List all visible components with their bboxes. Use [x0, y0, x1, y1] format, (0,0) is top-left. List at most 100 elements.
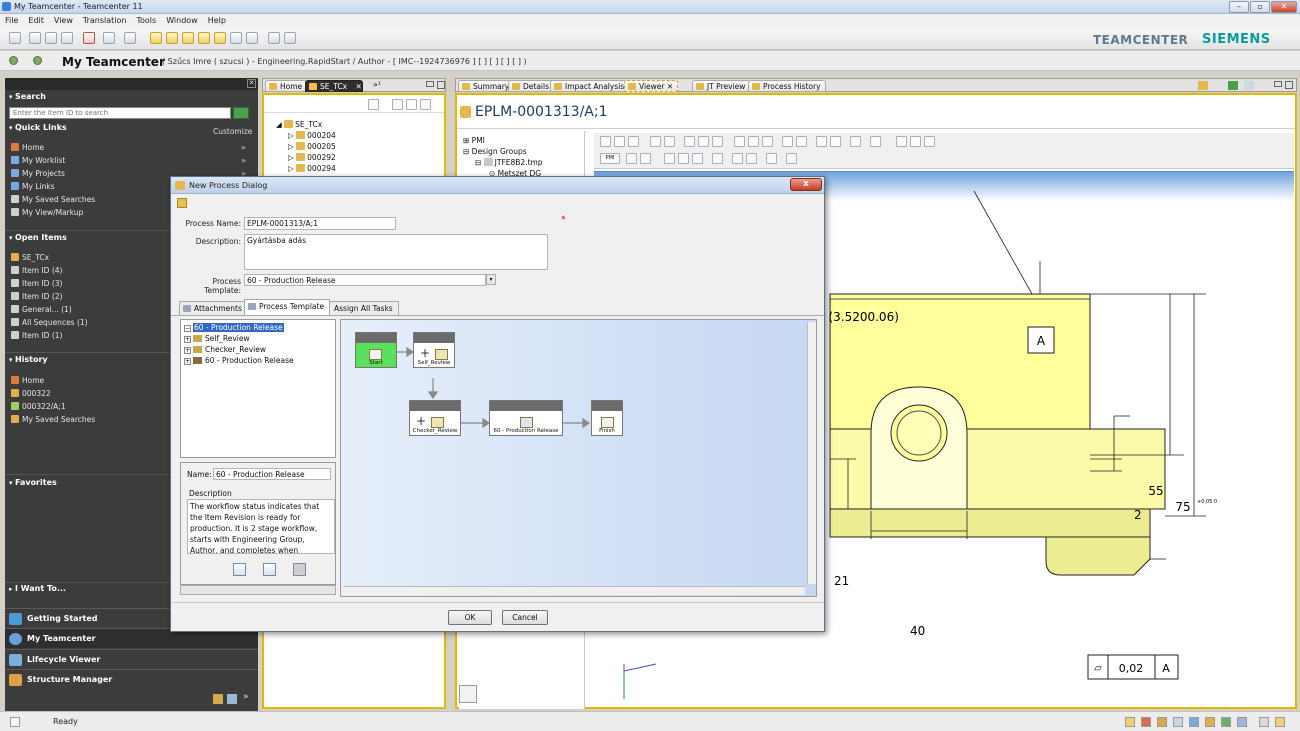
horizontal-scrollbar[interactable] [180, 585, 336, 595]
close-tab-icon[interactable]: ✕ [667, 82, 673, 91]
customize-link[interactable]: Customize [213, 127, 252, 136]
tool-icon[interactable] [1173, 717, 1183, 727]
add-icon[interactable] [420, 99, 431, 110]
cut-icon[interactable] [29, 32, 41, 44]
open-item[interactable]: All Sequences (1) [11, 317, 88, 329]
settings-icon[interactable] [830, 136, 841, 147]
checkout-icon[interactable] [150, 32, 162, 44]
minimize-pane-icon[interactable] [426, 81, 434, 87]
tab-attachments[interactable]: Attachments [179, 301, 248, 315]
zoom-in-icon[interactable] [678, 153, 689, 164]
jt-file-node[interactable]: ⊟ JTFE8B2.tmp [475, 157, 543, 168]
forward-icon[interactable] [692, 153, 703, 164]
dialog-close-button[interactable]: x [790, 178, 822, 191]
history-item[interactable]: 000322 [11, 388, 51, 400]
tab-summary[interactable]: Summary [458, 80, 515, 92]
tree-item[interactable]: ▷ 000292 [288, 152, 336, 163]
delete-icon[interactable] [766, 153, 777, 164]
grid-icon[interactable] [746, 153, 757, 164]
tool-icon[interactable] [1205, 717, 1215, 727]
open-item[interactable]: Item ID (2) [11, 291, 62, 303]
quick-link-saved-searches[interactable]: My Saved Searches [11, 194, 95, 206]
first-frame-icon[interactable] [650, 136, 661, 147]
layers-icon[interactable] [870, 136, 881, 147]
copy-icon[interactable] [712, 153, 723, 164]
last-frame-icon[interactable] [664, 136, 675, 147]
tab-process-history[interactable]: Process History [748, 80, 826, 92]
node-checker-review[interactable]: + Checker_Review [409, 400, 461, 436]
tool-icon[interactable] [1125, 717, 1135, 727]
tab-assign-all-tasks[interactable]: Assign All Tasks [329, 301, 399, 315]
forward-icon[interactable] [33, 56, 42, 65]
menu-help[interactable]: Help [203, 14, 231, 27]
task-properties-icon[interactable] [233, 563, 246, 576]
quick-link-projects[interactable]: My Projects [11, 168, 65, 180]
zoom-area-icon[interactable] [698, 136, 709, 147]
tab-jt-preview[interactable]: JT Preview [692, 80, 751, 92]
tool-icon[interactable] [1221, 717, 1231, 727]
minimize-button[interactable]: – [1229, 1, 1249, 13]
options-icon[interactable] [177, 198, 187, 208]
quick-link-worklist[interactable]: My Worklist [11, 155, 65, 167]
frame-icon[interactable] [712, 136, 723, 147]
minimize-pane-icon[interactable] [1274, 81, 1282, 87]
app-list-icon[interactable] [227, 694, 237, 704]
open-item[interactable]: Item ID (3) [11, 278, 62, 290]
process-template-select[interactable]: 60 - Production Release [244, 274, 486, 286]
open-item[interactable]: SE_TCx [11, 252, 49, 264]
checkin-icon[interactable] [166, 32, 178, 44]
menu-view[interactable]: View [49, 14, 78, 27]
new-icon[interactable] [9, 32, 21, 44]
collapse-icon[interactable] [392, 99, 403, 110]
tree-row-self-review[interactable]: + Self_Review [184, 333, 250, 344]
design-groups-node[interactable]: ⊟ Design Groups [463, 146, 527, 157]
section-icon[interactable] [796, 136, 807, 147]
item-icon[interactable] [214, 32, 226, 44]
close-tab-icon[interactable]: ✕ [355, 82, 361, 91]
tab-home[interactable]: Home [265, 80, 308, 92]
tab-se-tcx[interactable]: SE_TCx ✕ [305, 80, 363, 92]
open-item[interactable]: Item ID (1) [11, 330, 62, 342]
search-go-icon[interactable] [233, 107, 249, 119]
app-lifecycle-viewer[interactable]: Lifecycle Viewer [5, 649, 258, 669]
description-textarea[interactable]: Gyártásba adás [244, 234, 548, 270]
close-button[interactable]: ✕ [1271, 1, 1297, 13]
expand-all-icon[interactable] [406, 99, 417, 110]
task-handlers-icon[interactable] [293, 563, 306, 576]
cancel-button[interactable]: Cancel [502, 610, 548, 625]
view-menu-icon[interactable] [1244, 81, 1254, 90]
menu-file[interactable]: File [0, 14, 23, 27]
table-icon[interactable] [732, 153, 743, 164]
tool-icon[interactable] [1259, 717, 1269, 727]
tree-item[interactable]: ▷ 000205 [288, 141, 336, 152]
pan-icon[interactable] [614, 136, 625, 147]
tree-root[interactable]: ◢ SE_TCx [276, 119, 322, 130]
maximize-button[interactable]: ▫ [1250, 1, 1270, 13]
menu-translation[interactable]: Translation [78, 14, 132, 27]
menu-window[interactable]: Window [161, 14, 203, 27]
tool-icon[interactable] [1141, 717, 1151, 727]
node-start[interactable]: Start [355, 332, 397, 368]
maximize-pane-icon[interactable] [437, 81, 445, 89]
tab-details[interactable]: Details [508, 80, 555, 92]
measure-icon[interactable] [782, 136, 793, 147]
tree-row-checker-review[interactable]: + Checker_Review [184, 344, 266, 355]
vertical-icon[interactable] [762, 136, 773, 147]
tree-item[interactable]: ▷ 000294 [288, 163, 336, 174]
markup-icon[interactable] [850, 136, 861, 147]
expand-icon[interactable]: » [241, 155, 246, 167]
options-icon[interactable] [786, 153, 797, 164]
reset-icon[interactable] [640, 153, 651, 164]
section-search[interactable]: Search [5, 91, 258, 103]
copy-icon[interactable] [45, 32, 57, 44]
zoom-icon[interactable] [600, 136, 611, 147]
process-name-input[interactable]: EPLM-0001313/A;1 [244, 217, 396, 230]
delete-icon[interactable] [83, 32, 95, 44]
refresh-icon[interactable] [230, 32, 242, 44]
menu-edit[interactable]: Edit [23, 14, 49, 27]
search-input[interactable] [9, 107, 231, 119]
menu-tools[interactable]: Tools [131, 14, 161, 27]
properties-icon[interactable] [103, 32, 115, 44]
history-item[interactable]: Home [11, 375, 44, 387]
quick-link-links[interactable]: My Links [11, 181, 55, 193]
